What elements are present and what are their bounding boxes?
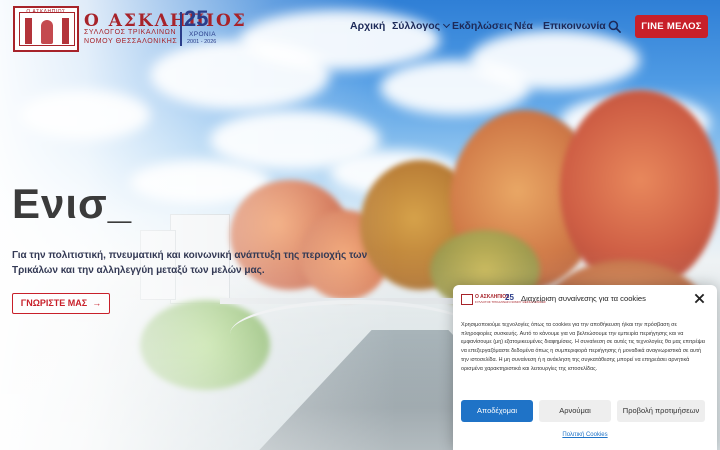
view-preferences-button[interactable]: Προβολή προτιμήσεων (617, 400, 705, 422)
cookie-consent-panel: Ο ΑΣΚΛΗΠΙΟΣ ΣΥΛΛΟΓΟΣ ΤΡΙΚΑΛΙΝΩΝ ΝΟΜΟΥ ΘΕ… (453, 285, 717, 450)
site-header: Ο ΑΣΚΛΗΠΙΟΣ Ο ΑΣΚΛΗΠΙΟΣ ΣΥΛΛΟΓΟΣ ΤΡΙΚΑΛΙ… (0, 0, 720, 56)
nav-item-home[interactable]: Αρχική (350, 20, 385, 34)
hero-title: Ενισ_ (12, 180, 133, 227)
cookie-description: Χρησιμοποιούμε τεχνολογίες όπως τα cooki… (461, 322, 706, 372)
cookie-title: Διαχείριση συναίνεσης για τα cookies (521, 294, 646, 303)
anniversary-number: 25 (184, 6, 209, 31)
become-member-button[interactable]: ΓΙΝΕ ΜΕΛΟΣ (635, 15, 708, 38)
brand-subtitle-line2: ΝΟΜΟΥ ΘΕΣΣΑΛΟΝΙΚΗΣ (84, 38, 178, 45)
close-icon[interactable] (694, 293, 705, 304)
anniversary-word: ΧΡΟΝΙΑ (189, 31, 216, 38)
nav-item-news[interactable]: Νέα (514, 20, 533, 34)
arrow-right-icon: → (92, 298, 102, 308)
nav-item-contact[interactable]: Επικοινωνία (543, 20, 606, 34)
hero-description: Για την πολιτιστική, πνευματική και κοιν… (12, 250, 368, 276)
cookie-logo: Ο ΑΣΚΛΗΠΙΟΣ ΣΥΛΛΟΓΟΣ ΤΡΙΚΑΛΙΝΩΝ ΝΟΜΟΥ ΘΕ… (461, 294, 546, 306)
brand-subtitle-line1: ΣΥΛΛΟΓΟΣ ΤΡΙΚΑΛΙΝΩΝ (84, 29, 177, 36)
logo-seal-icon[interactable]: Ο ΑΣΚΛΗΠΙΟΣ (13, 6, 79, 52)
accept-cookies-button[interactable]: Αποδέχομαι (461, 400, 533, 422)
cookie-logo-number: 25 (505, 293, 514, 302)
learn-more-label: ΓΝΩΡΙΣΤΕ ΜΑΣ (20, 298, 88, 308)
nav-item-events[interactable]: Εκδηλώσεις (452, 20, 512, 34)
nav-item-club[interactable]: Σύλλογος (392, 20, 451, 34)
learn-more-button[interactable]: ΓΝΩΡΙΣΤΕ ΜΑΣ → (12, 293, 110, 314)
cookie-policy-link[interactable]: Πολιτική Cookies (453, 432, 717, 438)
chevron-down-icon (443, 20, 451, 29)
brand-divider (180, 12, 182, 46)
nav-item-club-label: Σύλλογος (392, 20, 441, 32)
anniversary-years: 2001 - 2026 (187, 39, 217, 45)
deny-cookies-button[interactable]: Αρνούμαι (539, 400, 611, 422)
logo-seal-icon (461, 294, 473, 305)
brand-name[interactable]: Ο ΑΣΚΛΗΠΙΟΣ (84, 11, 245, 31)
search-icon[interactable] (608, 20, 621, 33)
